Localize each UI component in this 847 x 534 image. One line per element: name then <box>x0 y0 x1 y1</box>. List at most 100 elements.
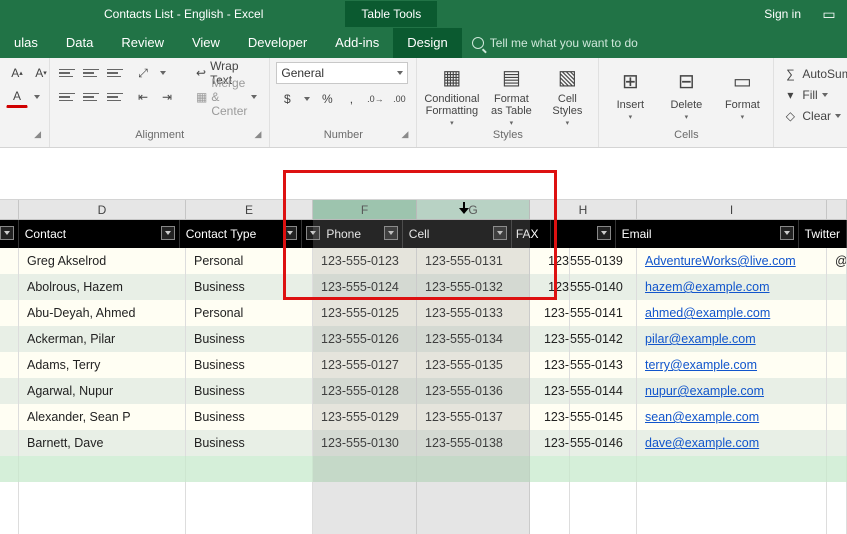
filter-icon[interactable] <box>597 226 611 240</box>
cell-faxR[interactable]: 555-0140 <box>570 274 637 300</box>
cell-faxR[interactable]: 555-0144 <box>570 378 637 404</box>
cell-faxL[interactable]: 123- <box>530 300 570 326</box>
format-cells-button[interactable]: ▭ Format ▾ <box>717 62 767 128</box>
table-row[interactable]: Greg AkselrodPersonal123-555-0123123-555… <box>0 248 847 274</box>
delete-cells-button[interactable]: ⊟ Delete ▾ <box>661 62 711 128</box>
col-header-H[interactable]: H <box>530 200 637 219</box>
cell-cell[interactable]: 123-555-0134 <box>417 326 530 352</box>
table-row[interactable]: Abu-Deyah, AhmedPersonal123-555-0125123-… <box>0 300 847 326</box>
tab-formulas[interactable]: ulas <box>0 28 52 58</box>
increase-font-button[interactable]: A▴ <box>6 62 28 84</box>
grid-row[interactable] <box>0 482 847 508</box>
cell-faxR[interactable]: 555-0146 <box>570 430 637 456</box>
increase-indent-button[interactable]: ⇥ <box>156 86 178 108</box>
row-header-gutter[interactable] <box>0 200 19 219</box>
col-header-I[interactable]: I <box>637 200 827 219</box>
cell-faxL[interactable]: 123- <box>530 352 570 378</box>
cell-cell[interactable]: 123-555-0132 <box>417 274 530 300</box>
cell-cell[interactable]: 123-555-0133 <box>417 300 530 326</box>
table-row[interactable]: Abolrous, HazemBusiness123-555-0124123-5… <box>0 274 847 300</box>
cell-phone[interactable]: 123-555-0126 <box>313 326 417 352</box>
cell-email[interactable]: dave@example.com <box>637 430 827 456</box>
cell-email[interactable]: nupur@example.com <box>637 378 827 404</box>
tab-design[interactable]: Design <box>393 28 461 58</box>
cell-twitter[interactable] <box>827 274 847 300</box>
cell-lead[interactable] <box>0 378 19 404</box>
cell-phone[interactable]: 123-555-0123 <box>313 248 417 274</box>
cell-cell[interactable]: 123-555-0137 <box>417 404 530 430</box>
align-bottom-button[interactable] <box>104 62 126 84</box>
table-header-fax-right[interactable] <box>551 220 616 248</box>
font-color-dropdown[interactable] <box>30 86 44 108</box>
table-row[interactable]: Alexander, Sean PBusiness123-555-0129123… <box>0 404 847 430</box>
percent-button[interactable]: % <box>316 88 338 110</box>
grid-row[interactable] <box>0 508 847 534</box>
cell-twitter[interactable] <box>827 430 847 456</box>
table-header-email[interactable]: Email <box>616 220 799 248</box>
accounting-format-button[interactable]: $ <box>276 88 298 110</box>
tab-developer[interactable]: Developer <box>234 28 321 58</box>
cell-lead[interactable] <box>0 274 19 300</box>
cell-contact[interactable]: Alexander, Sean P <box>19 404 186 430</box>
decrease-decimal-button[interactable]: .00 <box>388 88 410 110</box>
table-header-twitter[interactable]: Twitter <box>799 220 847 248</box>
sign-in-link[interactable]: Sign in <box>754 7 811 21</box>
cell-lead[interactable] <box>0 404 19 430</box>
cell-faxL[interactable]: 123 <box>530 248 570 274</box>
tab-data[interactable]: Data <box>52 28 107 58</box>
font-color-button[interactable]: A <box>6 86 28 108</box>
cell-cell[interactable]: 123-555-0138 <box>417 430 530 456</box>
cell-contact[interactable]: Abu-Deyah, Ahmed <box>19 300 186 326</box>
tell-me-search[interactable]: Tell me what you want to do <box>472 36 638 50</box>
filter-icon[interactable] <box>161 226 175 240</box>
alignment-dialog-launcher[interactable]: ◢ <box>254 129 261 140</box>
fill-button[interactable]: ▾Fill <box>780 85 827 105</box>
cell-email[interactable]: hazem@example.com <box>637 274 827 300</box>
align-middle-button[interactable] <box>80 62 102 84</box>
table-header-contact[interactable]: Contact <box>19 220 180 248</box>
cell-cell[interactable]: 123-555-0136 <box>417 378 530 404</box>
cell-cell[interactable]: 123-555-0131 <box>417 248 530 274</box>
tab-addins[interactable]: Add-ins <box>321 28 393 58</box>
cell-contact[interactable]: Adams, Terry <box>19 352 186 378</box>
cell-faxL[interactable]: 123 <box>530 274 570 300</box>
cell-type[interactable]: Business <box>186 404 313 430</box>
table-row[interactable]: Ackerman, PilarBusiness123-555-0126123-5… <box>0 326 847 352</box>
cell-email[interactable]: ahmed@example.com <box>637 300 827 326</box>
cell-faxR[interactable]: 555-0139 <box>570 248 637 274</box>
font-dialog-launcher[interactable]: ◢ <box>34 129 41 140</box>
cell-faxL[interactable]: 123- <box>530 430 570 456</box>
filter-icon[interactable] <box>306 226 320 240</box>
insert-cells-button[interactable]: ⊞ Insert ▾ <box>605 62 655 128</box>
table-body[interactable]: Greg AkselrodPersonal123-555-0123123-555… <box>0 248 847 456</box>
cell-phone[interactable]: 123-555-0124 <box>313 274 417 300</box>
table-header-lead[interactable] <box>0 220 19 248</box>
cell-faxR[interactable]: 555-0141 <box>570 300 637 326</box>
cell-type[interactable]: Business <box>186 274 313 300</box>
tab-view[interactable]: View <box>178 28 234 58</box>
filter-icon[interactable] <box>283 226 297 240</box>
col-header-D[interactable]: D <box>19 200 186 219</box>
col-header-J[interactable] <box>827 200 847 219</box>
cell-styles-button[interactable]: ▧ Cell Styles ▾ <box>542 62 592 128</box>
align-left-button[interactable] <box>56 86 78 108</box>
cell-email[interactable]: sean@example.com <box>637 404 827 430</box>
decrease-indent-button[interactable]: ⇤ <box>132 86 154 108</box>
align-center-button[interactable] <box>80 86 102 108</box>
table-header-cell[interactable]: Cell <box>403 220 512 248</box>
cell-type[interactable]: Personal <box>186 248 313 274</box>
autosum-button[interactable]: ∑AutoSum <box>780 64 847 84</box>
cell-faxL[interactable]: 123- <box>530 404 570 430</box>
cell-contact[interactable]: Agarwal, Nupur <box>19 378 186 404</box>
cell-contact[interactable]: Greg Akselrod <box>19 248 186 274</box>
worksheet-grid[interactable]: D E F G H I Contact Contact Type Phone C… <box>0 200 847 534</box>
contextual-tab-table-tools[interactable]: Table Tools <box>345 1 437 27</box>
filter-icon[interactable] <box>0 226 14 240</box>
table-header-fax-left[interactable]: FAX <box>512 220 551 248</box>
cell-type[interactable]: Business <box>186 352 313 378</box>
table-empty-row[interactable] <box>0 456 847 482</box>
increase-decimal-button[interactable]: .0→ <box>364 88 386 110</box>
conditional-formatting-button[interactable]: ▦ Conditional Formatting ▾ <box>423 62 480 128</box>
tab-review[interactable]: Review <box>107 28 178 58</box>
cell-phone[interactable]: 123-555-0129 <box>313 404 417 430</box>
